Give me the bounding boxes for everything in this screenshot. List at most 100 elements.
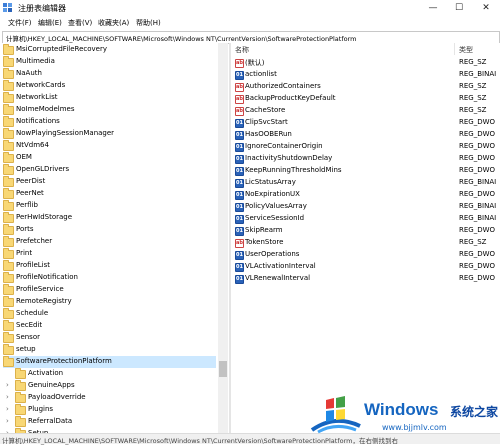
watermark-brand: Windows xyxy=(364,400,439,419)
folder-icon xyxy=(3,260,14,271)
value-row[interactable]: ab AuthorizedContainers REG_SZ xyxy=(231,81,500,93)
value-type: REG_DWO xyxy=(459,226,496,234)
value-row[interactable]: 01 SkipRearm REG_DWO xyxy=(231,225,500,237)
tree-item[interactable]: › ReferralData xyxy=(6,416,216,428)
menu-file[interactable]: 文件(F) xyxy=(8,18,32,28)
expand-chevron-icon[interactable]: › xyxy=(6,405,9,413)
column-separator[interactable] xyxy=(454,43,455,55)
binary-value-icon: 01 xyxy=(235,119,244,128)
tree-item[interactable]: NoImeModelmes xyxy=(3,104,216,116)
tree-item-label: PeerDist xyxy=(16,177,46,185)
value-row[interactable]: 01 actionlist REG_BINAI xyxy=(231,69,500,81)
tree-item[interactable]: NtVdm64 xyxy=(3,140,216,152)
value-row[interactable]: 01 UserOperations REG_DWO xyxy=(231,249,500,261)
menu-view[interactable]: 查看(V) xyxy=(68,18,92,28)
column-header-name[interactable]: 名称 xyxy=(235,45,249,55)
value-row[interactable]: 01 ClipSvcStart REG_DWO xyxy=(231,117,500,129)
maximize-button[interactable]: ☐ xyxy=(446,0,472,16)
folder-icon xyxy=(15,392,26,403)
tree-item-label: Activation xyxy=(28,369,64,377)
tree-scrollbar-thumb[interactable] xyxy=(219,361,227,377)
menu-favorites[interactable]: 收藏夹(A) xyxy=(98,18,129,28)
value-row[interactable]: 01 PolicyValuesArray REG_BINAI xyxy=(231,201,500,213)
folder-icon xyxy=(3,176,14,187)
close-button[interactable]: ✕ xyxy=(473,0,499,16)
tree-item[interactable]: Ports xyxy=(3,224,216,236)
tree-item-label: OpenGLDrivers xyxy=(16,165,70,173)
tree-item[interactable]: NowPlayingSessionManager xyxy=(3,128,216,140)
tree-item[interactable]: OpenGLDrivers xyxy=(3,164,216,176)
tree-item[interactable]: OEM xyxy=(3,152,216,164)
tree-item[interactable]: ProfileNotification xyxy=(3,272,216,284)
value-type: REG_DWO xyxy=(459,166,496,174)
tree-item-label: ProfileNotification xyxy=(16,273,78,281)
address-path[interactable]: 计算机\HKEY_LOCAL_MACHINE\SOFTWARE\Microsof… xyxy=(6,33,356,43)
value-row[interactable]: ab (默认) REG_SZ xyxy=(231,57,500,69)
tree-item-label: NowPlayingSessionManager xyxy=(16,129,115,137)
tree-item-label: RemoteRegistry xyxy=(16,297,72,305)
value-row[interactable]: 01 ServiceSessionId REG_BINAI xyxy=(231,213,500,225)
value-type: REG_DWO xyxy=(459,274,496,282)
value-row[interactable]: 01 KeepRunningThresholdMins REG_DWO xyxy=(231,165,500,177)
value-row[interactable]: 01 VLActivationInterval REG_DWO xyxy=(231,261,500,273)
tree-item[interactable]: NaAuth xyxy=(3,68,216,80)
tree-item[interactable]: Schedule xyxy=(3,308,216,320)
value-row[interactable]: 01 NoExpirationUX REG_DWO xyxy=(231,189,500,201)
binary-value-icon: 01 xyxy=(235,167,244,176)
menu-edit[interactable]: 编辑(E) xyxy=(38,18,62,28)
tree-item[interactable]: SecEdit xyxy=(3,320,216,332)
value-row[interactable]: ab TokenStore REG_SZ xyxy=(231,237,500,249)
tree-item[interactable]: Activation xyxy=(15,368,216,380)
tree-item[interactable]: PerHwIdStorage xyxy=(3,212,216,224)
tree-item-label: SoftwareProtectionPlatform xyxy=(16,357,112,365)
tree-item[interactable]: NetworkList xyxy=(3,92,216,104)
tree-item[interactable]: Sensor xyxy=(3,332,216,344)
binary-value-icon: 01 xyxy=(235,191,244,200)
tree-item[interactable]: SoftwareProtectionPlatform xyxy=(3,356,216,368)
tree-item[interactable]: › Plugins xyxy=(6,404,216,416)
menu-help[interactable]: 帮助(H) xyxy=(136,18,161,28)
expand-chevron-icon[interactable]: › xyxy=(6,381,9,389)
minimize-button[interactable]: — xyxy=(420,0,446,16)
tree-item[interactable]: Notifications xyxy=(3,116,216,128)
tree-item[interactable]: ProfileList xyxy=(3,260,216,272)
tree-item[interactable]: Prefetcher xyxy=(3,236,216,248)
value-type: REG_BINAI xyxy=(459,202,497,210)
key-tree[interactable]: MsiCorruptedFileRecovery Multimedia NaAuth… xyxy=(0,43,218,433)
binary-value-icon: 01 xyxy=(235,179,244,188)
tree-item[interactable]: setup xyxy=(3,344,216,356)
tree-item[interactable]: Perflib xyxy=(3,200,216,212)
tree-item[interactable]: PeerDist xyxy=(3,176,216,188)
value-row[interactable]: 01 IgnoreContainerOrigin REG_DWO xyxy=(231,141,500,153)
value-name: NoExpirationUX xyxy=(245,190,300,198)
tree-item[interactable]: › PayloadOverride xyxy=(6,392,216,404)
value-row[interactable]: 01 VLRenewalInterval REG_DWO xyxy=(231,273,500,285)
value-type: REG_BINAI xyxy=(459,178,497,186)
value-row[interactable]: 01 HasOOBERun REG_DWO xyxy=(231,129,500,141)
value-name: BackupProductKeyDefault xyxy=(245,94,336,102)
folder-icon xyxy=(3,188,14,199)
value-row[interactable]: 01 InactivityShutdownDelay REG_DWO xyxy=(231,153,500,165)
expand-chevron-icon[interactable]: › xyxy=(6,417,9,425)
tree-item[interactable]: Multimedia xyxy=(3,56,216,68)
column-header-type[interactable]: 类型 xyxy=(459,45,473,55)
tree-item[interactable]: RemoteRegistry xyxy=(3,296,216,308)
tree-item-label: PayloadOverride xyxy=(28,393,86,401)
tree-item[interactable]: NetworkCards xyxy=(3,80,216,92)
tree-item-label: setup xyxy=(16,345,36,353)
value-type: REG_SZ xyxy=(459,82,487,90)
tree-scrollbar[interactable] xyxy=(218,43,228,433)
tree-item[interactable]: ProfileService xyxy=(3,284,216,296)
value-row[interactable]: ab CacheStore REG_SZ xyxy=(231,105,500,117)
value-row[interactable]: 01 LicStatusArray REG_BINAI xyxy=(231,177,500,189)
tree-item[interactable]: › GenuineApps xyxy=(6,380,216,392)
binary-value-icon: 01 xyxy=(235,71,244,80)
value-type: REG_DWO xyxy=(459,250,496,258)
value-list[interactable]: 名称 类型 ab (默认) REG_SZ 01 actionlist REG_BINAI a… xyxy=(231,43,500,433)
value-row[interactable]: ab BackupProductKeyDefault REG_SZ xyxy=(231,93,500,105)
tree-item[interactable]: Print xyxy=(3,248,216,260)
tree-item[interactable]: PeerNet xyxy=(3,188,216,200)
expand-chevron-icon[interactable]: › xyxy=(6,393,9,401)
folder-icon xyxy=(3,320,14,331)
tree-item[interactable]: MsiCorruptedFileRecovery xyxy=(3,44,216,56)
